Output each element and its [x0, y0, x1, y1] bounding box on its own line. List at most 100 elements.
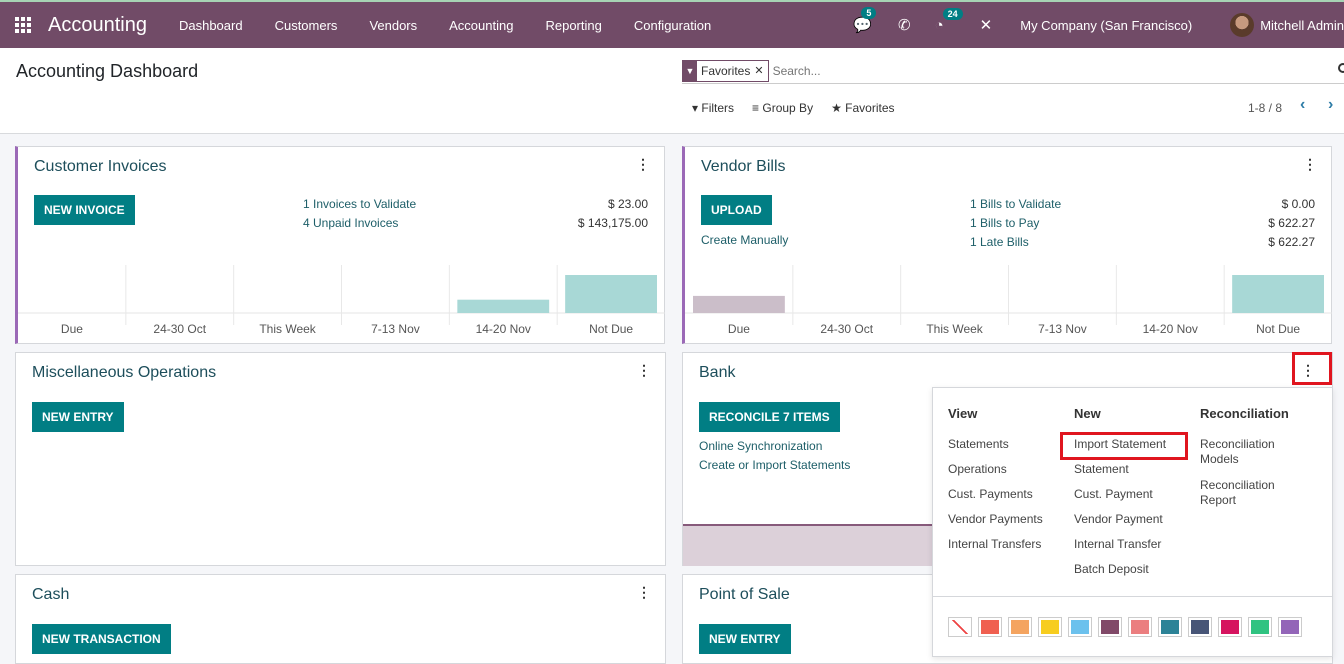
dropdown-item[interactable]: Statement: [1074, 462, 1166, 477]
chart-tick-label: 24-30 Oct: [820, 322, 873, 336]
card-menu-kebab-icon[interactable]: ⋮: [636, 157, 650, 171]
chart-bar: [565, 275, 657, 313]
color-swatch[interactable]: [1008, 617, 1032, 637]
search-input[interactable]: [772, 63, 1313, 78]
dropdown-item[interactable]: Vendor Payment: [1074, 512, 1166, 527]
activities-badge: 24: [942, 7, 963, 20]
create-import-statements-link[interactable]: Create or Import Statements: [699, 458, 850, 472]
dropdown-item[interactable]: Statements: [948, 437, 1043, 452]
card-title[interactable]: Bank: [699, 364, 735, 382]
dropdown-item[interactable]: Cust. Payment: [1074, 487, 1166, 502]
pager-next-icon[interactable]: ›: [1328, 96, 1333, 114]
filter-icon: ▼: [683, 59, 697, 82]
color-swatch[interactable]: [1128, 617, 1152, 637]
color-swatch[interactable]: [1068, 617, 1092, 637]
filters-label: Filters: [701, 101, 735, 115]
menu-reporting[interactable]: Reporting: [529, 18, 617, 33]
new-entry-button[interactable]: NEW ENTRY: [699, 624, 791, 654]
new-invoice-button[interactable]: NEW INVOICE: [34, 195, 135, 225]
chart-tick-label: 7-13 Nov: [371, 322, 420, 336]
groupby-label: Group By: [762, 101, 814, 115]
filters-button[interactable]: ▾ Filters: [692, 101, 734, 115]
user-avatar[interactable]: [1230, 13, 1255, 37]
pager-value[interactable]: 1-8 / 8: [1248, 101, 1282, 115]
color-swatch[interactable]: [1188, 617, 1212, 637]
favorites-button[interactable]: ★ Favorites: [831, 101, 894, 115]
chart-tick-label: 14-20 Nov: [1143, 322, 1198, 336]
menu-accounting[interactable]: Accounting: [433, 18, 529, 33]
card-title[interactable]: Point of Sale: [699, 586, 790, 604]
highlight-import-statement: [1060, 432, 1188, 460]
dropdown-item[interactable]: Reconciliation Report: [1200, 478, 1300, 508]
card-title[interactable]: Cash: [32, 586, 69, 604]
apps-grid-icon[interactable]: [15, 17, 31, 33]
card-menu-kebab-icon[interactable]: ⋮: [1303, 157, 1317, 171]
dropdown-item[interactable]: Batch Deposit: [1074, 562, 1166, 577]
search-icon[interactable]: [1338, 63, 1344, 73]
late-bills-link[interactable]: 1 Late Bills: [970, 235, 1029, 249]
late-bills-amount: $ 622.27: [1268, 235, 1315, 249]
dropdown-item[interactable]: Operations: [948, 462, 1043, 477]
menu-vendors[interactable]: Vendors: [353, 18, 433, 33]
create-manually-link[interactable]: Create Manually: [701, 233, 788, 247]
color-swatch[interactable]: [978, 617, 1002, 637]
card-menu-kebab-icon[interactable]: ⋮: [637, 363, 651, 377]
star-icon: ★: [831, 101, 846, 115]
card-customer-invoices: Customer Invoices ⋮ NEW INVOICE 1 Invoic…: [15, 146, 665, 344]
activities-icon[interactable]: ◔ 24: [935, 7, 963, 34]
card-title[interactable]: Vendor Bills: [701, 158, 786, 176]
color-swatch[interactable]: [1218, 617, 1242, 637]
bills-to-validate-amount: $ 0.00: [1281, 197, 1315, 211]
menu-configuration[interactable]: Configuration: [618, 18, 727, 33]
debug-tools-icon[interactable]: ✕: [980, 16, 993, 34]
vendor-bills-chart[interactable]: Due 24-30 Oct This Week 7-13 Nov 14-20 Nov No…: [685, 265, 1332, 343]
unpaid-invoices-link[interactable]: 4 Unpaid Invoices: [303, 216, 398, 230]
menu-customers[interactable]: Customers: [259, 18, 354, 33]
bills-to-pay-link[interactable]: 1 Bills to Pay: [970, 216, 1039, 230]
user-menu[interactable]: Mitchell Admin: [1260, 18, 1344, 33]
card-menu-kebab-icon[interactable]: ⋮: [637, 585, 651, 599]
dropdown-item[interactable]: Internal Transfer: [1074, 537, 1166, 552]
phone-icon[interactable]: ✆: [898, 16, 911, 34]
control-panel: Accounting Dashboard ▼ Favorites ✕ ▾ Fil…: [0, 48, 1344, 134]
groupby-button[interactable]: ≡ Group By: [752, 101, 813, 115]
card-title[interactable]: Customer Invoices: [34, 158, 167, 176]
dropdown-item[interactable]: Cust. Payments: [948, 487, 1043, 502]
messages-badge: 5: [861, 7, 877, 19]
color-swatch[interactable]: [1098, 617, 1122, 637]
color-swatch[interactable]: [1248, 617, 1272, 637]
reconcile-button[interactable]: RECONCILE 7 ITEMS: [699, 402, 840, 432]
chart-tick-label: Due: [728, 322, 750, 336]
color-swatch[interactable]: [1278, 617, 1302, 637]
pager-prev-icon[interactable]: ‹: [1300, 96, 1305, 114]
bills-to-validate-link[interactable]: 1 Bills to Validate: [970, 197, 1061, 211]
new-entry-button[interactable]: NEW ENTRY: [32, 402, 124, 432]
color-picker: [933, 596, 1332, 637]
dropdown-item[interactable]: Internal Transfers: [948, 537, 1043, 552]
color-swatch[interactable]: [1158, 617, 1182, 637]
color-swatch[interactable]: [948, 617, 972, 637]
dropdown-item[interactable]: Vendor Payments: [948, 512, 1043, 527]
chart-tick-label: This Week: [259, 322, 316, 336]
invoices-to-validate-link[interactable]: 1 Invoices to Validate: [303, 197, 416, 211]
online-sync-link[interactable]: Online Synchronization: [699, 439, 822, 453]
card-title[interactable]: Miscellaneous Operations: [32, 364, 216, 382]
color-swatch[interactable]: [1038, 617, 1062, 637]
company-switcher[interactable]: My Company (San Francisco): [1020, 18, 1192, 33]
new-transaction-button[interactable]: NEW TRANSACTION: [32, 624, 171, 654]
bank-card-dropdown: View Statements Operations Cust. Payment…: [932, 387, 1333, 657]
messages-icon[interactable]: 💬 5: [853, 7, 877, 34]
navbar: Accounting Dashboard Customers Vendors A…: [0, 0, 1344, 48]
chart-bar: [1232, 275, 1324, 313]
chart-tick-label: Not Due: [1256, 322, 1300, 336]
chart-tick-label: Not Due: [589, 322, 633, 336]
upload-button[interactable]: UPLOAD: [701, 195, 772, 225]
customer-invoices-chart[interactable]: Due 24-30 Oct This Week 7-13 Nov 14-20 Nov No…: [18, 265, 665, 343]
facet-remove-icon[interactable]: ✕: [754, 64, 767, 77]
chart-bar: [457, 299, 550, 313]
dropdown-item[interactable]: Reconciliation Models: [1200, 437, 1300, 467]
chart-tick-label: 14-20 Nov: [476, 322, 531, 336]
dropdown-header: View: [948, 406, 978, 421]
app-name[interactable]: Accounting: [48, 14, 147, 37]
menu-dashboard[interactable]: Dashboard: [163, 18, 259, 33]
